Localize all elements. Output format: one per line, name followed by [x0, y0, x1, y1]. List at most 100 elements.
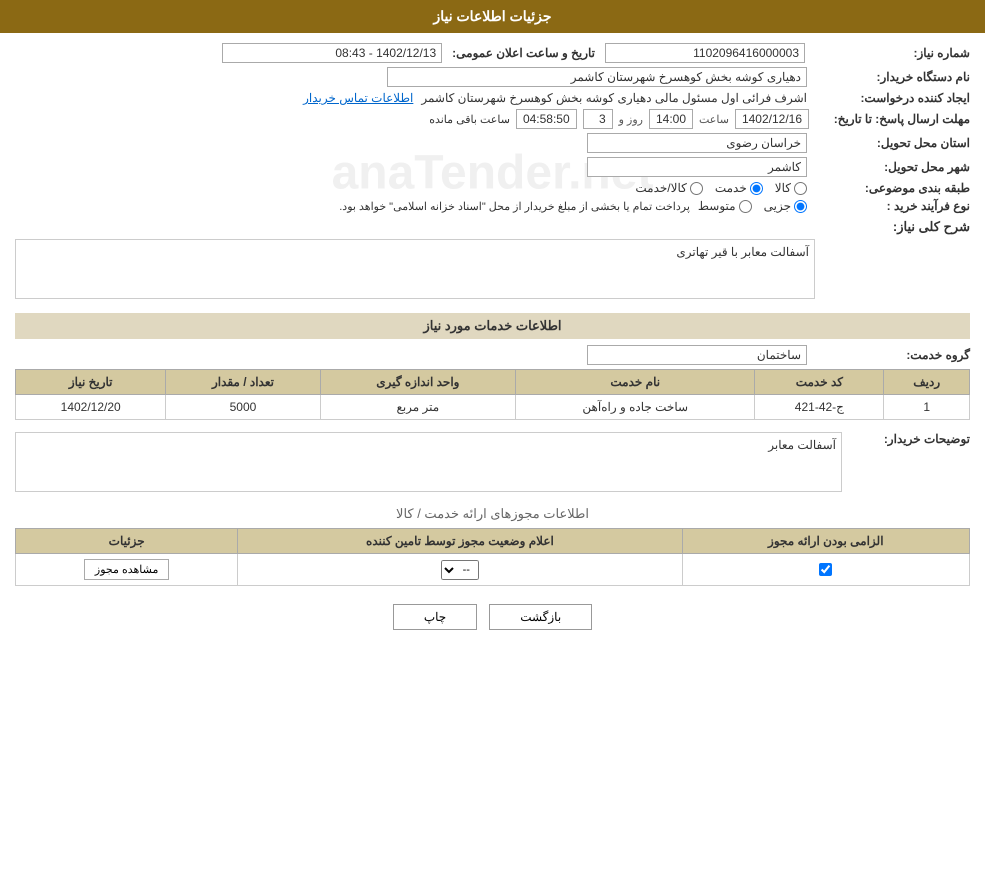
- permit-table: الزامی بودن ارائه مجوز اعلام وضعیت مجوز …: [15, 528, 970, 586]
- purchase-type-label: نوع فرآیند خرید :: [815, 199, 970, 213]
- city-label: شهر محل تحویل:: [815, 160, 970, 174]
- buyer-desc-area: آسفالت معابر: [15, 428, 842, 496]
- permit-col-required: الزامی بودن ارائه مجوز: [682, 529, 969, 554]
- announce-datetime-label: تاریخ و ساعت اعلان عمومی:: [452, 46, 595, 60]
- deadline-remaining-label: ساعت باقی مانده: [429, 113, 510, 126]
- page-wrapper: جزئیات اطلاعات نیاز anaTender.net شماره …: [0, 0, 985, 875]
- permit-required-checkbox[interactable]: [819, 563, 832, 576]
- category-label-kala: کالا: [775, 181, 791, 195]
- city-row: شهر محل تحویل: کاشمر: [15, 157, 970, 177]
- category-row: طبقه بندی موضوعی: کالا خدمت کالا/خدمت: [15, 181, 970, 195]
- col-header-row: ردیف: [884, 370, 970, 395]
- back-button[interactable]: بازگشت: [489, 604, 592, 630]
- permit-details-cell: مشاهده مجوز: [16, 554, 238, 586]
- category-label-khedmat: خدمت: [715, 181, 747, 195]
- category-label: طبقه بندی موضوعی:: [815, 181, 970, 195]
- service-group-row: گروه خدمت: ساختمان: [15, 345, 970, 365]
- permit-section-title: اطلاعات مجوزهای ارائه خدمت / کالا: [15, 506, 970, 522]
- print-button[interactable]: چاپ: [393, 604, 477, 630]
- purchase-type-label-motavaset: متوسط: [698, 199, 736, 213]
- need-desc-value: آسفالت معابر با قیر تهاتری: [15, 239, 815, 299]
- province-row: استان محل تحویل: خراسان رضوی: [15, 133, 970, 153]
- permit-required-checkbox-wrapper: [691, 563, 961, 576]
- services-table-header-row: ردیف کد خدمت نام خدمت واحد اندازه گیری ت…: [16, 370, 970, 395]
- province-value: خراسان رضوی: [587, 133, 807, 153]
- category-option-kala-khedmat[interactable]: کالا/خدمت: [635, 181, 702, 195]
- contact-link[interactable]: اطلاعات تماس خریدار: [303, 91, 413, 105]
- cell-code-1: ج-42-421: [755, 395, 884, 420]
- cell-qty-1: 5000: [166, 395, 320, 420]
- col-header-name: نام خدمت: [516, 370, 755, 395]
- buyer-office-row: نام دستگاه خریدار: دهیاری کوشه بخش کوهسر…: [15, 67, 970, 87]
- need-desc-header-row: شرح کلی نیاز:: [15, 219, 970, 235]
- buyer-office-value: دهیاری کوشه بخش کوهسرخ شهرستان کاشمر: [387, 67, 807, 87]
- category-label-kala-khedmat: کالا/خدمت: [635, 181, 686, 195]
- category-option-khedmat[interactable]: خدمت: [715, 181, 763, 195]
- permit-required-cell: [682, 554, 969, 586]
- purchase-type-radio-jozi[interactable]: [794, 200, 807, 213]
- need-number-label: شماره نیاز:: [815, 46, 970, 60]
- category-radio-kala[interactable]: [794, 182, 807, 195]
- permit-section-title-text: اطلاعات مجوزهای ارائه خدمت / کالا: [396, 506, 589, 521]
- col-header-date: تاریخ نیاز: [16, 370, 166, 395]
- requester-value: اشرف فرائی اول مسئول مالی دهیاری کوشه بخ…: [421, 91, 807, 105]
- permit-status-cell: --: [238, 554, 682, 586]
- province-label: استان محل تحویل:: [815, 136, 970, 150]
- deadline-time-label: ساعت: [699, 113, 729, 126]
- services-table: ردیف کد خدمت نام خدمت واحد اندازه گیری ت…: [15, 369, 970, 420]
- main-content: anaTender.net شماره نیاز: 11020964160000…: [0, 33, 985, 658]
- page-header: جزئیات اطلاعات نیاز: [0, 0, 985, 33]
- deadline-row: مهلت ارسال پاسخ: تا تاریخ: 1402/12/16 سا…: [15, 109, 970, 129]
- need-desc-label: شرح کلی نیاز:: [815, 219, 970, 235]
- category-radio-khedmat[interactable]: [750, 182, 763, 195]
- deadline-date: 1402/12/16: [735, 109, 809, 129]
- view-permit-button[interactable]: مشاهده مجوز: [84, 559, 169, 580]
- deadline-days-label: روز و: [619, 113, 643, 126]
- permit-status-select[interactable]: --: [441, 560, 479, 580]
- purchase-type-label-jozi: جزیی: [764, 199, 791, 213]
- requester-label: ایجاد کننده درخواست:: [815, 91, 970, 105]
- permit-table-body: -- مشاهده مجوز: [16, 554, 970, 586]
- permit-table-row: -- مشاهده مجوز: [16, 554, 970, 586]
- purchase-type-row: نوع فرآیند خرید : جزیی متوسط پرداخت تمام…: [15, 199, 970, 213]
- top-info-section: anaTender.net شماره نیاز: 11020964160000…: [15, 43, 970, 303]
- buyer-desc-row: توضیحات خریدار: آسفالت معابر: [15, 428, 970, 496]
- deadline-days: 3: [583, 109, 613, 129]
- page-title: جزئیات اطلاعات نیاز: [433, 8, 551, 24]
- buyer-desc-label: توضیحات خریدار:: [850, 428, 970, 446]
- services-table-body: 1 ج-42-421 ساخت جاده و راه‌آهن متر مربع …: [16, 395, 970, 420]
- buyer-office-label: نام دستگاه خریدار:: [815, 70, 970, 84]
- need-number-value: 1102096416000003: [605, 43, 805, 63]
- purchase-type-option-jozi[interactable]: جزیی: [764, 199, 807, 213]
- cell-date-1: 1402/12/20: [16, 395, 166, 420]
- cell-unit-1: متر مربع: [320, 395, 516, 420]
- purchase-type-option-motavaset[interactable]: متوسط: [698, 199, 752, 213]
- bottom-buttons: بازگشت چاپ: [15, 604, 970, 630]
- table-row: 1 ج-42-421 ساخت جاده و راه‌آهن متر مربع …: [16, 395, 970, 420]
- purchase-type-radio-motavaset[interactable]: [739, 200, 752, 213]
- deadline-time: 14:00: [649, 109, 693, 129]
- service-group-label: گروه خدمت:: [815, 348, 970, 362]
- service-group-value: ساختمان: [587, 345, 807, 365]
- buyer-desc-value: آسفالت معابر: [15, 432, 842, 492]
- cell-name-1: ساخت جاده و راه‌آهن: [516, 395, 755, 420]
- need-desc-row: شرح کلی نیاز: آسفالت معابر با قیر تهاتری: [15, 219, 970, 299]
- services-section-title: اطلاعات خدمات مورد نیاز: [15, 313, 970, 339]
- category-radio-group: کالا خدمت کالا/خدمت: [635, 181, 807, 195]
- col-header-unit: واحد اندازه گیری: [320, 370, 516, 395]
- category-option-kala[interactable]: کالا: [775, 181, 807, 195]
- need-desc-area: آسفالت معابر با قیر تهاتری: [15, 239, 815, 299]
- requester-row: ایجاد کننده درخواست: اشرف فرائی اول مسئو…: [15, 91, 970, 105]
- col-header-qty: تعداد / مقدار: [166, 370, 320, 395]
- permit-table-header: الزامی بودن ارائه مجوز اعلام وضعیت مجوز …: [16, 529, 970, 554]
- cell-row-1: 1: [884, 395, 970, 420]
- col-header-code: کد خدمت: [755, 370, 884, 395]
- announce-datetime-value: 1402/12/13 - 08:43: [222, 43, 442, 63]
- permit-col-status: اعلام وضعیت مجوز توسط تامین کننده: [238, 529, 682, 554]
- purchase-type-radio-group: جزیی متوسط: [698, 199, 807, 213]
- permit-header-row: الزامی بودن ارائه مجوز اعلام وضعیت مجوز …: [16, 529, 970, 554]
- category-radio-kala-khedmat[interactable]: [690, 182, 703, 195]
- permit-col-details: جزئیات: [16, 529, 238, 554]
- services-table-header: ردیف کد خدمت نام خدمت واحد اندازه گیری ت…: [16, 370, 970, 395]
- need-number-row: شماره نیاز: 1102096416000003 تاریخ و ساع…: [15, 43, 970, 63]
